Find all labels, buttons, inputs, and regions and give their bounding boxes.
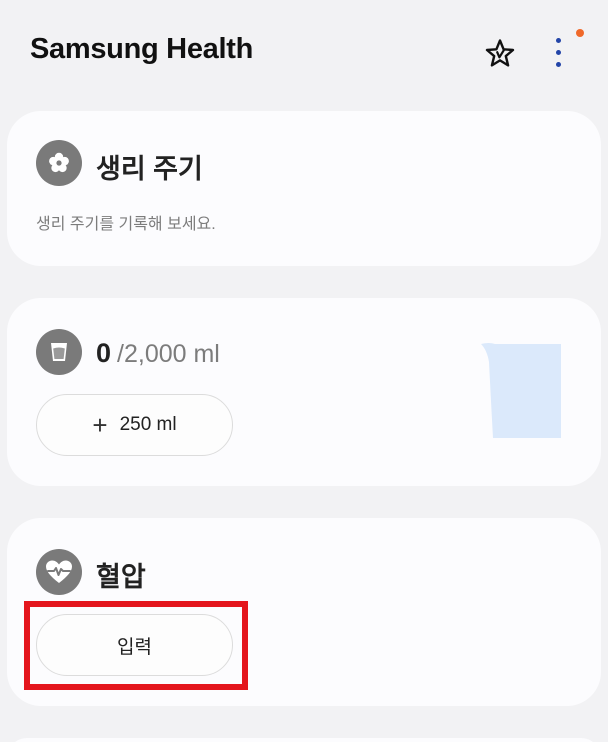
more-options-button[interactable] [542,30,574,74]
water-amount: 0 /2,000 ml [96,338,220,369]
period-cycle-description: 생리 주기를 기록해 보세요. [36,216,216,233]
heart-pulse-icon [36,549,82,595]
period-cycle-card[interactable]: 생리 주기 생리 주기를 기록해 보세요. [7,111,601,266]
highlight-box [24,601,248,690]
add-250ml-label: 250 ml [119,414,177,435]
water-glass-icon [481,343,561,438]
notification-dot [576,29,584,37]
water-current-amount: 0 [96,338,112,368]
water-intake-card[interactable]: 0 /2,000 ml + 250 ml [7,298,601,486]
app-header: Samsung Health [0,0,608,100]
favorites-button[interactable] [478,32,522,76]
water-goal-amount: /2,000 ml [117,340,220,368]
blood-pressure-title: 혈압 [96,562,146,592]
app-title: Samsung Health [30,33,254,65]
samsung-health-app: Samsung Health 생리 주기 생리 주기를 기록해 보세요. 0 /… [0,0,608,742]
next-card [7,738,601,742]
add-250ml-button[interactable]: + 250 ml [36,394,233,456]
star-icon [485,39,515,67]
plus-icon: + [92,410,108,440]
period-cycle-title: 생리 주기 [96,154,203,184]
cup-icon [36,329,82,375]
more-vertical-icon [555,37,561,67]
flower-icon [36,140,82,186]
